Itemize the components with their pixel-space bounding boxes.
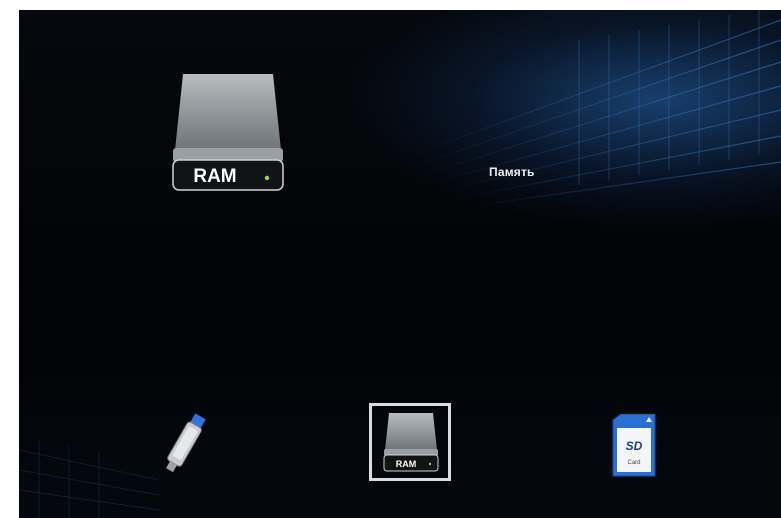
ram-drive-label: RAM xyxy=(396,459,417,469)
media-browser-screen: RAM Память RAM SD Card xyxy=(19,10,781,518)
tray-item-ram-selected[interactable]: RAM xyxy=(369,403,451,481)
ram-drive-icon: RAM xyxy=(172,74,284,191)
sd-card-label: Card xyxy=(627,460,640,466)
ram-drive-label: RAM xyxy=(193,166,236,187)
tray-item-usb[interactable] xyxy=(154,410,214,480)
status-led xyxy=(264,175,270,181)
sd-card-icon: SD Card xyxy=(612,413,656,477)
sd-logo: SD xyxy=(626,439,643,453)
ram-drive-icon: RAM xyxy=(383,413,439,472)
tray-item-sd-card[interactable]: SD Card xyxy=(609,413,659,478)
section-title: Память xyxy=(489,165,535,179)
usb-stick-icon xyxy=(166,413,206,473)
